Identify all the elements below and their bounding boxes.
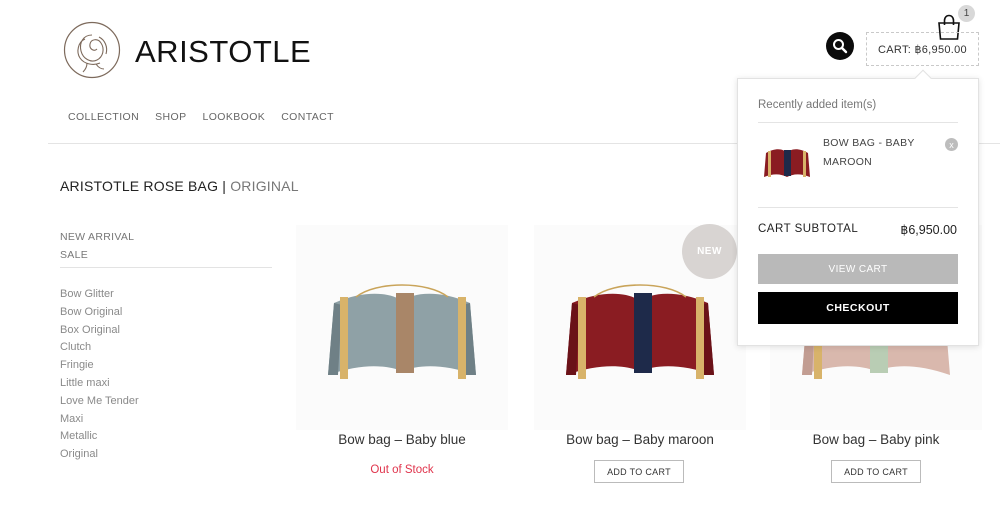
main-nav: COLLECTION SHOP LOOKBOOK CONTACT (68, 111, 350, 123)
sidebar-top-links: NEW ARRIVAL SALE (60, 231, 272, 267)
product-name[interactable]: Bow bag – Baby blue (296, 432, 508, 447)
sidebar-category-item[interactable]: Clutch (60, 341, 139, 359)
nav-item-shop[interactable]: SHOP (155, 111, 186, 123)
mini-cart-item-name[interactable]: BOW BAG - BABY MAROON (823, 134, 933, 171)
view-cart-button[interactable]: VIEW CART (758, 254, 958, 284)
brand-name[interactable]: ARISTOTLE (135, 34, 311, 70)
mini-cart-dropdown: Recently added item(s) BOW BAG - BABY MA… (737, 69, 979, 346)
mini-cart-divider (758, 207, 958, 208)
page-title-separator: | (222, 178, 227, 194)
sidebar-category-item[interactable]: Original (60, 448, 139, 466)
sidebar-category-item[interactable]: Metallic (60, 430, 139, 448)
remove-item-button[interactable]: x (945, 138, 958, 151)
nav-item-contact[interactable]: CONTACT (281, 111, 334, 123)
sidebar-divider (60, 267, 272, 268)
add-to-cart-button[interactable]: ADD TO CART (594, 460, 684, 483)
page-title-main: ARISTOTLE ROSE BAG (60, 178, 219, 194)
search-icon (833, 39, 848, 54)
sidebar-link-sale[interactable]: SALE (60, 249, 272, 267)
rose-logo-icon[interactable] (63, 21, 121, 79)
mini-cart-item-thumbnail[interactable] (760, 139, 814, 189)
cart-total-button[interactable]: CART: ฿6,950.00 (866, 32, 979, 66)
sidebar-link-new-arrival[interactable]: NEW ARRIVAL (60, 231, 272, 249)
sidebar-category-item[interactable]: Maxi (60, 413, 139, 431)
bow-bag-image (328, 284, 476, 379)
product-name[interactable]: Bow bag – Baby maroon (534, 432, 746, 447)
nav-item-collection[interactable]: COLLECTION (68, 111, 139, 123)
cart-count-badge: 1 (958, 5, 975, 22)
dropdown-arrow (914, 69, 932, 87)
sidebar-category-list: Bow Glitter Bow Original Box Original Cl… (60, 288, 139, 466)
product-name[interactable]: Bow bag – Baby pink (770, 432, 982, 447)
search-button[interactable] (826, 32, 854, 60)
cart-subtotal-value: ฿6,950.00 (900, 223, 957, 237)
mini-cart-divider (758, 122, 958, 123)
page-title-sub: ORIGINAL (230, 178, 299, 194)
checkout-button[interactable]: CHECKOUT (758, 292, 958, 324)
cart-subtotal-label: CART SUBTOTAL (758, 223, 859, 235)
sidebar-category-item[interactable]: Love Me Tender (60, 395, 139, 413)
nav-item-lookbook[interactable]: LOOKBOOK (202, 111, 265, 123)
sidebar-category-item[interactable]: Box Original (60, 324, 139, 342)
sidebar-category-item[interactable]: Bow Original (60, 306, 139, 324)
new-badge: NEW (682, 224, 737, 279)
page-title: ARISTOTLE ROSE BAG | ORIGINAL (60, 178, 299, 194)
sidebar-category-item[interactable]: Bow Glitter (60, 288, 139, 306)
product-image-baby-blue[interactable] (296, 225, 508, 430)
sidebar-category-item[interactable]: Fringie (60, 359, 139, 377)
out-of-stock-label: Out of Stock (370, 464, 434, 476)
sidebar-category-item[interactable]: Little maxi (60, 377, 139, 395)
add-to-cart-button[interactable]: ADD TO CART (831, 460, 921, 483)
mini-cart-heading: Recently added item(s) (758, 99, 877, 111)
